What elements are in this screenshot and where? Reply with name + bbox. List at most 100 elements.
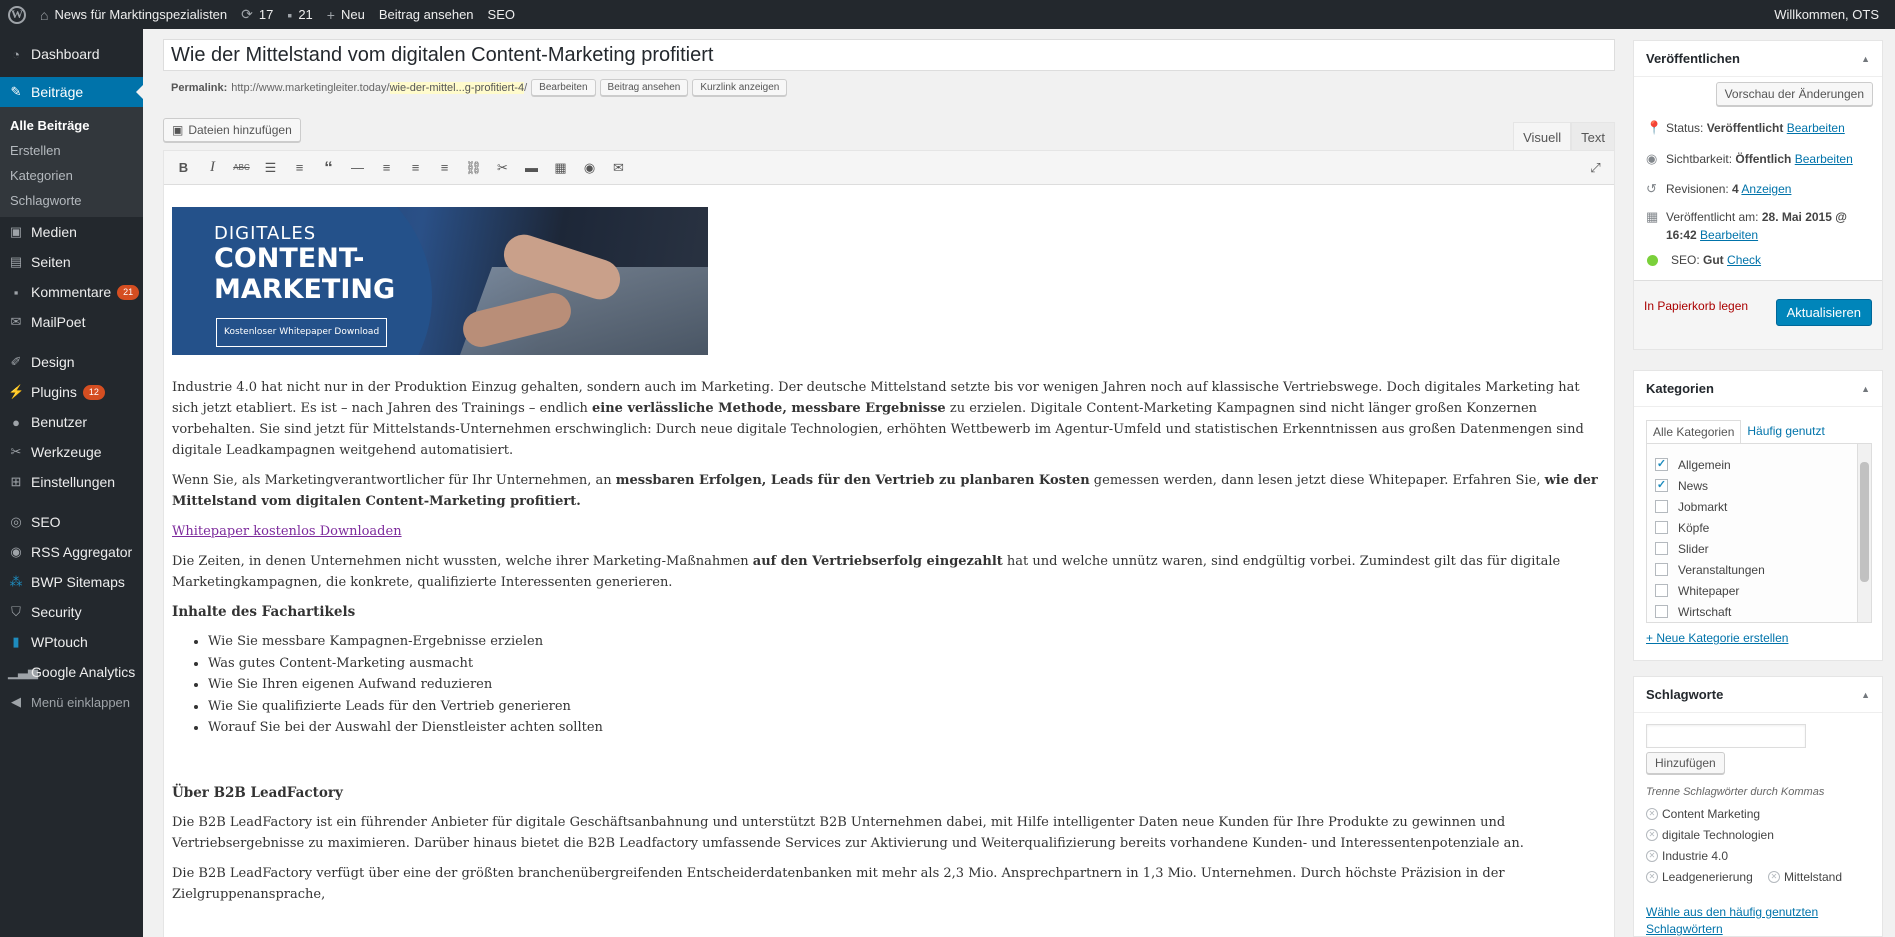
tab-all-categories[interactable]: Alle Kategorien xyxy=(1646,420,1742,444)
unlink-icon[interactable]: ✂ xyxy=(488,155,517,181)
category-checkbox[interactable]: ✓ xyxy=(1655,479,1668,492)
menu-bwp-sitemaps[interactable]: ⁂ BWP Sitemaps xyxy=(0,567,143,597)
tab-popular-categories[interactable]: Häufig genutzt xyxy=(1741,420,1830,444)
category-scrollbar[interactable] xyxy=(1857,444,1871,622)
tags-box-header[interactable]: Schlagworte ▲ xyxy=(1634,677,1882,713)
site-name-menu[interactable]: ⌂ News für Marktingspezialisten xyxy=(33,0,234,29)
submenu-all-posts[interactable]: Alle Beiträge xyxy=(0,113,143,138)
wp-logo-menu[interactable]: W xyxy=(0,0,33,29)
category-item[interactable]: ✓ Allgemein xyxy=(1647,454,1871,475)
preview-changes-button[interactable]: Vorschau der Änderungen xyxy=(1715,82,1873,106)
submenu-tags[interactable]: Schlagworte xyxy=(0,188,143,213)
menu-tools[interactable]: ✂ Werkzeuge xyxy=(0,437,143,467)
link-icon[interactable]: ⛓ xyxy=(459,155,488,181)
update-button[interactable]: Aktualisieren xyxy=(1775,299,1872,326)
read-more-icon[interactable]: ▬ xyxy=(517,155,546,181)
category-checkbox[interactable] xyxy=(1655,542,1668,555)
toggle-arrow-icon[interactable]: ▲ xyxy=(1861,384,1870,394)
category-item[interactable]: Veranstaltungen xyxy=(1647,559,1871,580)
italic-icon[interactable]: I xyxy=(198,155,227,181)
toggle-arrow-icon[interactable]: ▲ xyxy=(1861,54,1870,64)
menu-users[interactable]: ● Benutzer xyxy=(0,407,143,437)
tab-visual[interactable]: Visuell xyxy=(1513,122,1572,151)
menu-media[interactable]: ▣ Medien xyxy=(0,217,143,247)
fullscreen-icon[interactable]: ⤢ xyxy=(1581,155,1610,181)
new-content-menu[interactable]: + Neu xyxy=(320,0,372,29)
submenu-new-post[interactable]: Erstellen xyxy=(0,138,143,163)
category-checkbox[interactable] xyxy=(1655,500,1668,513)
add-new-category-link[interactable]: + Neue Kategorie erstellen xyxy=(1646,631,1788,645)
remove-tag-icon[interactable]: ✕ xyxy=(1646,808,1658,820)
numbered-list-icon[interactable]: ≡ xyxy=(285,155,314,181)
menu-google-analytics[interactable]: ▁▃▅ Google Analytics xyxy=(0,657,143,687)
shortlink-button[interactable]: Kurzlink anzeigen xyxy=(692,79,788,96)
category-item[interactable]: Köpfe xyxy=(1647,517,1871,538)
align-right-icon[interactable]: ≡ xyxy=(430,155,459,181)
publish-box-header[interactable]: Veröffentlichen ▲ xyxy=(1634,41,1882,77)
editor-content[interactable]: DIGITALES CONTENT- MARKETING Kostenloser… xyxy=(164,185,1614,905)
menu-posts[interactable]: ✎ Beiträge xyxy=(0,77,143,107)
menu-pages[interactable]: ▤ Seiten xyxy=(0,247,143,277)
remove-tag-icon[interactable]: ✕ xyxy=(1646,850,1658,862)
align-left-icon[interactable]: ≡ xyxy=(372,155,401,181)
post-title-input[interactable] xyxy=(163,39,1615,71)
submenu-categories[interactable]: Kategorien xyxy=(0,163,143,188)
toolbar-toggle-icon[interactable]: ▦ xyxy=(546,155,575,181)
toggle-arrow-icon[interactable]: ▲ xyxy=(1861,690,1870,700)
menu-wptouch[interactable]: ▮ WPtouch xyxy=(0,627,143,657)
updates-menu[interactable]: ⟳ 17 xyxy=(234,0,280,29)
menu-plugins[interactable]: ⚡ Plugins 12 xyxy=(0,377,143,407)
add-media-button[interactable]: ▣ Dateien hinzufügen xyxy=(163,118,301,142)
category-item[interactable]: Wirtschaft xyxy=(1647,601,1871,622)
category-item[interactable]: ✓ News xyxy=(1647,475,1871,496)
tab-text[interactable]: Text xyxy=(1571,122,1615,151)
bold-icon[interactable]: B xyxy=(169,155,198,181)
move-to-trash-link[interactable]: In Papierkorb legen xyxy=(1644,299,1748,313)
view-post-button[interactable]: Beitrag ansehen xyxy=(599,79,689,96)
whitepaper-download-link[interactable]: Whitepaper kostenlos Downloaden xyxy=(172,524,402,539)
align-center-icon[interactable]: ≡ xyxy=(401,155,430,181)
menu-seo[interactable]: ◎ SEO xyxy=(0,507,143,537)
remove-tag-icon[interactable]: ✕ xyxy=(1768,871,1780,883)
view-post-link[interactable]: Beitrag ansehen xyxy=(372,0,481,29)
category-item[interactable]: Whitepaper xyxy=(1647,580,1871,601)
user-greeting[interactable]: Willkommen, OTS xyxy=(1767,0,1895,29)
bullet-list-icon[interactable]: ☰ xyxy=(256,155,285,181)
edit-date-link[interactable]: Bearbeiten xyxy=(1700,228,1758,242)
category-checkbox[interactable]: ✓ xyxy=(1655,458,1668,471)
show-revisions-link[interactable]: Anzeigen xyxy=(1741,182,1791,196)
category-checkbox[interactable] xyxy=(1655,563,1668,576)
collapse-menu-button[interactable]: ◀ Menü einklappen xyxy=(0,687,143,717)
menu-dashboard[interactable]: ◔ Dashboard xyxy=(0,39,143,69)
scrollbar-thumb[interactable] xyxy=(1860,462,1869,582)
category-item[interactable]: Jobmarkt xyxy=(1647,496,1871,517)
seo-menu[interactable]: SEO xyxy=(481,0,522,29)
add-tag-button[interactable]: Hinzufügen xyxy=(1646,752,1725,774)
category-checkbox[interactable] xyxy=(1655,605,1668,618)
new-tag-input[interactable] xyxy=(1646,724,1806,748)
horizontal-line-icon[interactable]: — xyxy=(343,155,372,181)
choose-popular-tags-link[interactable]: Wähle aus den häufig genutzten Schlagwört… xyxy=(1646,904,1818,937)
edit-visibility-link[interactable]: Bearbeiten xyxy=(1795,152,1853,166)
category-item[interactable]: Slider xyxy=(1647,538,1871,559)
menu-design[interactable]: ✐ Design xyxy=(0,347,143,377)
menu-mailpoet[interactable]: ✉ MailPoet xyxy=(0,307,143,337)
whitepaper-banner-image[interactable]: DIGITALES CONTENT- MARKETING Kostenloser… xyxy=(172,207,708,355)
remove-tag-icon[interactable]: ✕ xyxy=(1646,871,1658,883)
categories-box-header[interactable]: Kategorien ▲ xyxy=(1634,371,1882,407)
remove-tag-icon[interactable]: ✕ xyxy=(1646,829,1658,841)
menu-rss-aggregator[interactable]: ◉ RSS Aggregator xyxy=(0,537,143,567)
blockquote-icon[interactable]: “ xyxy=(314,155,343,181)
edit-status-link[interactable]: Bearbeiten xyxy=(1787,121,1845,135)
rss-icon[interactable]: ◉ xyxy=(575,155,604,181)
category-checkbox[interactable] xyxy=(1655,584,1668,597)
edit-permalink-button[interactable]: Bearbeiten xyxy=(531,79,596,96)
permalink-slug[interactable]: wie-der-mittel...g-profitiert-4 xyxy=(389,81,525,94)
seo-check-link[interactable]: Check xyxy=(1727,253,1761,267)
comments-menu[interactable]: ▪ 21 xyxy=(280,0,319,29)
mail-icon[interactable]: ✉ xyxy=(604,155,633,181)
menu-security[interactable]: ⛉ Security xyxy=(0,597,143,627)
strikethrough-icon[interactable]: ABC xyxy=(227,155,256,181)
menu-comments[interactable]: ▪ Kommentare 21 xyxy=(0,277,143,307)
menu-settings[interactable]: ⊞ Einstellungen xyxy=(0,467,143,497)
